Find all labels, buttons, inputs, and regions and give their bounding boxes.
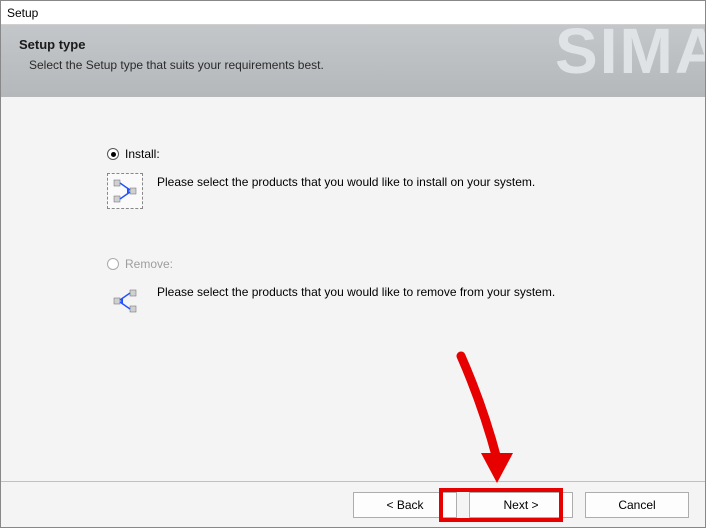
remove-description: Please select the products that you woul… — [157, 283, 555, 299]
remove-radio-icon — [107, 258, 119, 270]
cancel-button[interactable]: Cancel — [585, 492, 689, 518]
install-option[interactable]: Install: Please select the products that… — [107, 147, 645, 209]
titlebar: Setup — [1, 1, 705, 25]
install-description: Please select the products that you woul… — [157, 173, 535, 189]
radio-selected-dot — [111, 152, 116, 157]
brand-watermark: SIMA — [555, 25, 705, 83]
install-radio-label: Install: — [125, 147, 160, 161]
window-title: Setup — [7, 6, 38, 20]
remove-option: Remove: Please select the products that … — [107, 257, 645, 319]
remove-radio-row: Remove: — [107, 257, 645, 271]
remove-body: Please select the products that you woul… — [107, 283, 645, 319]
header-band: SIMA Setup type Select the Setup type th… — [1, 25, 705, 97]
content-area: Install: Please select the products that… — [1, 97, 705, 481]
next-button[interactable]: Next > — [469, 492, 573, 518]
remove-radio-label: Remove: — [125, 257, 173, 271]
install-radio-row[interactable]: Install: — [107, 147, 645, 161]
setup-window: Setup SIMA Setup type Select the Setup t… — [0, 0, 706, 528]
footer: < Back Next > Cancel — [1, 481, 705, 527]
back-button[interactable]: < Back — [353, 492, 457, 518]
install-radio-icon — [107, 148, 119, 160]
remove-icon — [107, 283, 143, 319]
install-icon[interactable] — [107, 173, 143, 209]
install-body: Please select the products that you woul… — [107, 173, 645, 209]
